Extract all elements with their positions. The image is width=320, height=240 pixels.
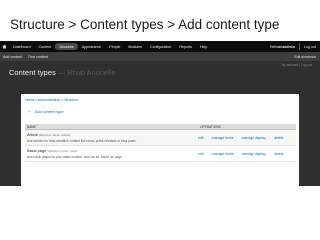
column-header-operations: OPERATIONS [200,124,221,129]
manage-fields-link[interactable]: manage fields [212,136,234,140]
table-row: Basic page (Machine name: page) Use basi… [25,146,296,162]
toolbar-item-configuration[interactable]: Configuration [146,41,175,52]
plus-icon: + [28,109,31,114]
toolbar-item-appearance[interactable]: Appearance [78,41,105,52]
add-content-type-label: Add content type [35,110,64,114]
site-name-ghost: — Rhub Anonelle [57,68,116,77]
admin-toolbar: Dashboard Content Structure Appearance P… [0,41,320,52]
overlay-panel: Home » Administration » Structure + Add … [21,94,299,186]
column-header-name[interactable]: NAME [25,125,198,129]
manage-display-link[interactable]: manage display [241,152,266,156]
user-greeting: Hello onsadmin [266,41,299,52]
delete-link[interactable]: delete [274,136,284,140]
logout-link[interactable]: Log out [300,41,320,52]
shortcut-add-content[interactable]: Add content [0,55,25,59]
home-icon[interactable] [0,41,9,52]
machine-name: (Machine name: article) [38,133,71,137]
content-type-name: Article [27,132,38,137]
secondary-user-links[interactable]: My account | Log out [281,63,312,67]
delete-link[interactable]: delete [274,152,284,156]
toolbar-item-help[interactable]: Help [196,41,211,52]
page-heading: Content types — Rhub Anonelle [9,68,115,77]
edit-link[interactable]: edit [198,136,204,140]
toolbar-user-area: Hello onsadmin Log out [266,41,320,52]
row-description: Use basic pages for your static content,… [27,155,123,159]
drupal-admin-screen: Dashboard Content Structure Appearance P… [0,41,320,186]
username-link[interactable]: onsadmin [278,45,295,49]
row-title: Basic page (Machine name: page) [27,148,196,153]
slide-title: Structure > Content types > Add content … [10,17,280,32]
manage-fields-link[interactable]: manage fields [212,152,234,156]
toolbar-item-structure[interactable]: Structure [55,43,78,50]
row-description: Use articles for time-sensitive content … [27,139,137,143]
edit-link[interactable]: edit [198,152,204,156]
content-type-name: Basic page [27,148,47,153]
shortcut-find-content[interactable]: Find content [25,55,51,59]
toolbar-item-content[interactable]: Content [35,41,56,52]
toolbar-item-modules[interactable]: Modules [124,41,146,52]
row-operations: edit manage fields manage display delete [198,130,292,145]
table-row: Article (Machine name: article) Use arti… [25,130,296,146]
manage-display-link[interactable]: manage display [241,136,266,140]
row-operations: edit manage fields manage display delete [198,146,292,161]
toolbar-item-dashboard[interactable]: Dashboard [9,41,35,52]
row-name-cell: Article (Machine name: article) Use arti… [25,130,198,145]
greeting-text: Hello [269,44,279,49]
content-types-table: NAME OPERATIONS Article (Machine name: a… [25,124,296,162]
toolbar-item-people[interactable]: People [105,41,124,52]
edit-shortcuts-link[interactable]: Edit shortcuts [294,55,320,59]
row-name-cell: Basic page (Machine name: page) Use basi… [25,146,198,161]
page-title: Content types [9,68,56,77]
shortcuts-bar: Add content Find content Edit shortcuts [0,52,320,61]
machine-name: (Machine name: page) [47,149,78,153]
row-title: Article (Machine name: article) [27,132,196,137]
breadcrumb[interactable]: Home » Administration » Structure [25,98,78,102]
toolbar-item-reports[interactable]: Reports [175,41,196,52]
add-content-type-button[interactable]: + Add content type [28,109,64,114]
